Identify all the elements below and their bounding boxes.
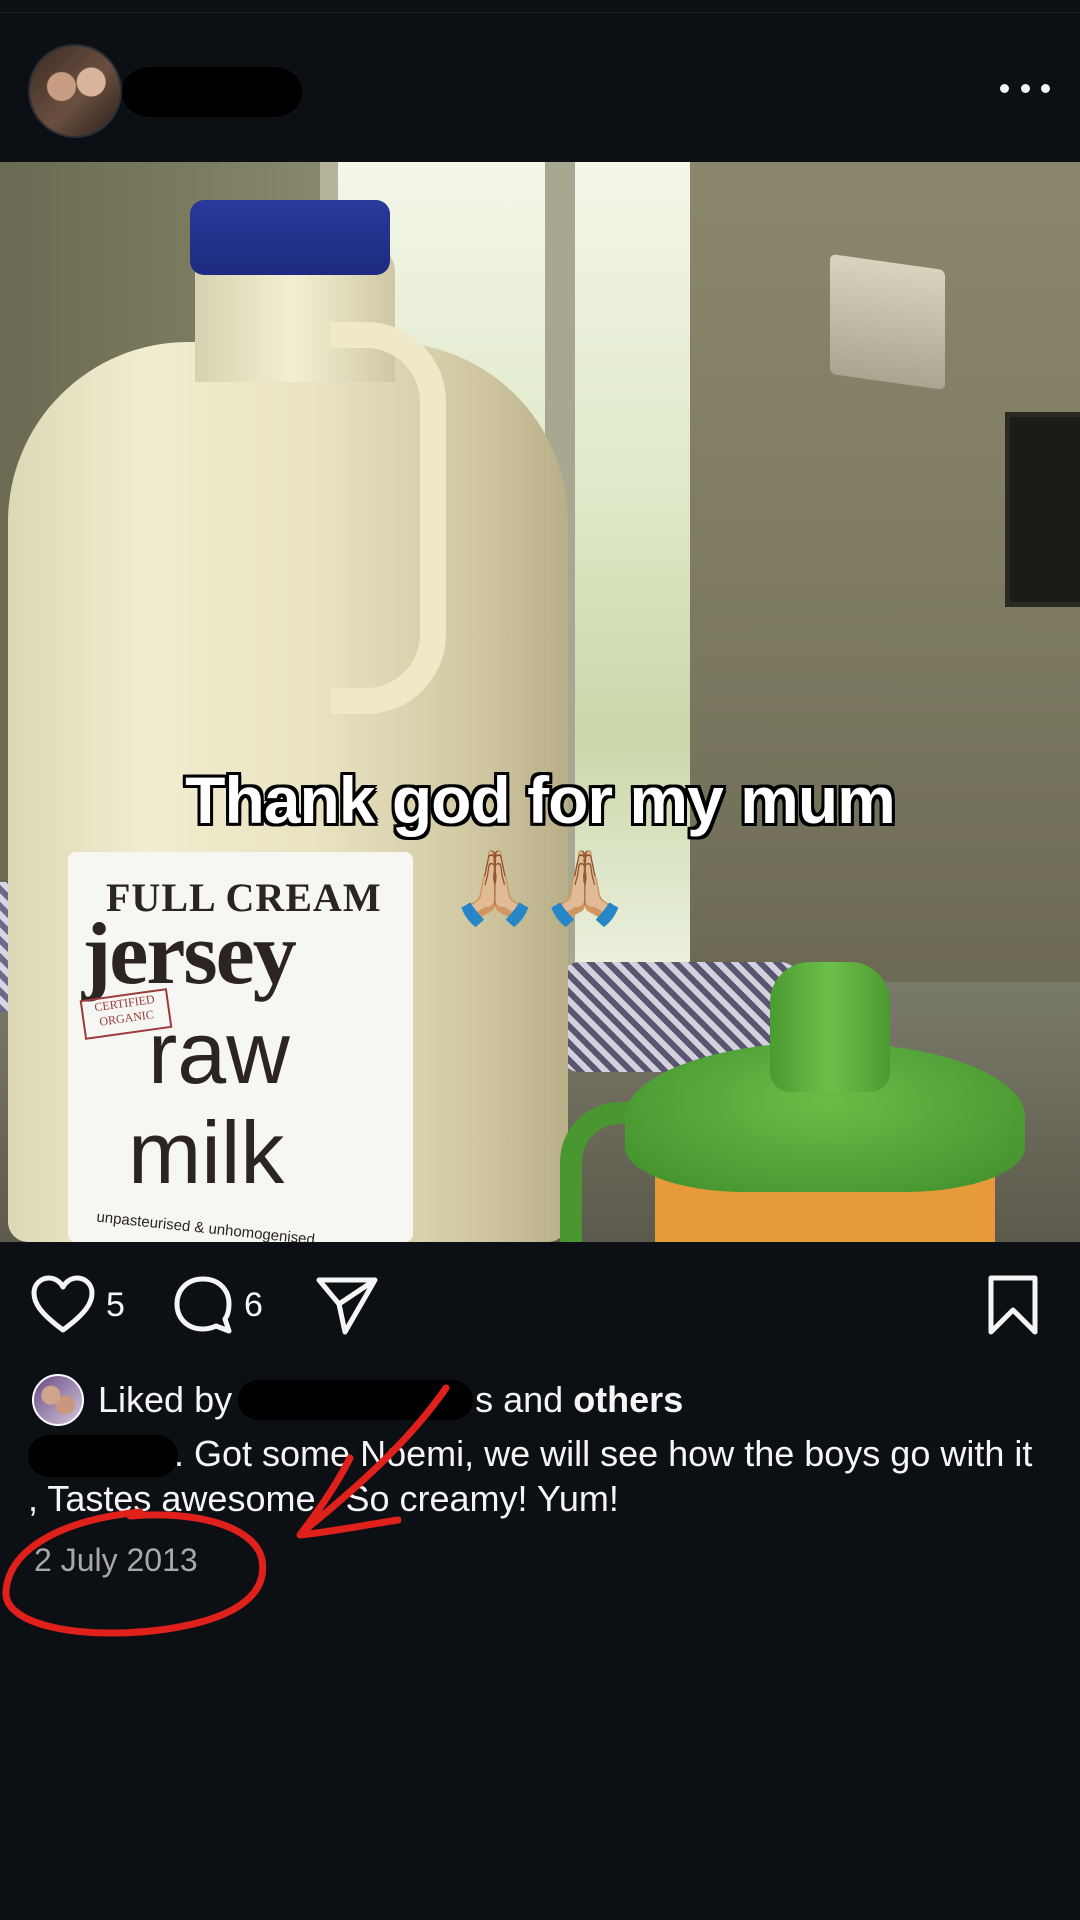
author-avatar[interactable] [28,44,122,138]
author-username-redacted[interactable] [122,67,302,117]
post-date: 2 July 2013 [34,1542,198,1578]
praying-hands-emoji: 🙏🏼🙏🏼 [450,848,630,928]
more-icon [1000,83,1009,93]
comment-button[interactable]: 6 [172,1270,263,1340]
bookmark-icon [988,1275,1038,1335]
like-button[interactable]: 5 [30,1270,125,1340]
liked-by-row[interactable]: Liked by s and others [32,1374,1032,1426]
comment-icon [174,1276,232,1334]
liked-by-prefix: Liked by [98,1379,233,1420]
liked-by-suffix: s and [475,1379,564,1420]
liked-by-others[interactable]: others [573,1379,683,1421]
bottle-cap [190,200,390,275]
liker-username-redacted [238,1380,474,1420]
photo-overlay-text: Thank god for my mum [185,763,896,837]
caption-text: . Got some Noemi, we will see how the bo… [28,1433,1033,1520]
heart-icon [31,1275,95,1333]
share-button[interactable] [315,1270,379,1340]
like-count: 5 [106,1285,125,1324]
more-options-button[interactable] [1000,80,1050,96]
post-photo[interactable]: FULL CREAM jersey CERTIFIED ORGANIC raw … [0,162,1080,1242]
caption-username-redacted[interactable] [28,1435,178,1478]
comment-count: 6 [244,1285,263,1324]
post-actions: 5 6 [0,1270,1080,1350]
liker-avatar [32,1374,84,1426]
post-header [0,12,1080,162]
post-caption: . Got some Noemi, we will see how the bo… [28,1432,1038,1521]
save-button[interactable] [985,1270,1041,1340]
share-icon [316,1277,378,1335]
